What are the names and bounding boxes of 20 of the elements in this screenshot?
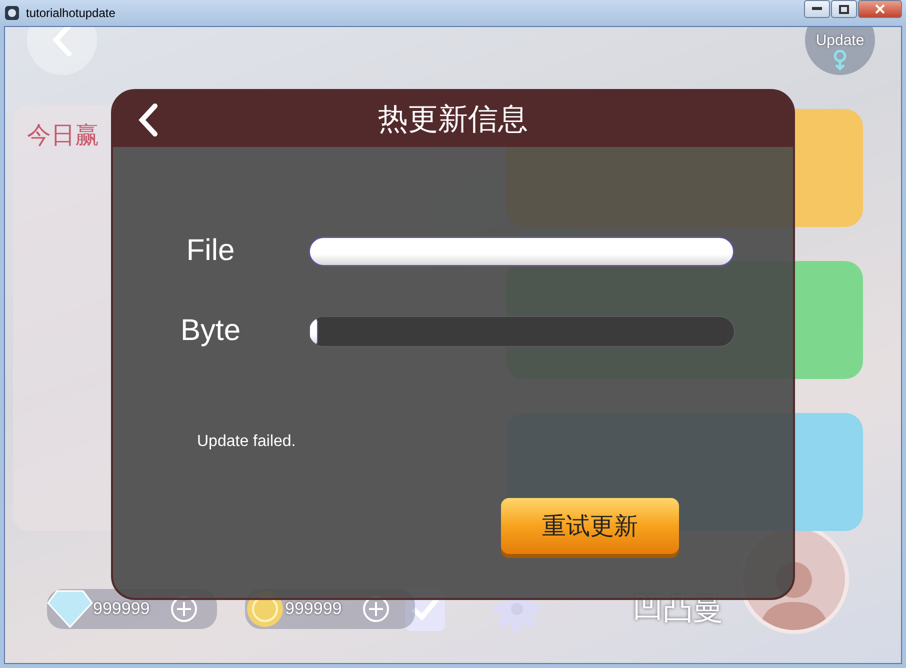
- minimize-icon: [812, 7, 822, 11]
- close-icon: [875, 4, 885, 14]
- panel-title: 今日赢: [27, 122, 99, 149]
- dialog-title: 热更新信息: [378, 100, 528, 138]
- diamond-icon: [47, 589, 93, 629]
- maximize-icon: [839, 4, 849, 14]
- progress-label: Byte: [179, 314, 242, 348]
- retry-button[interactable]: 重试更新: [501, 498, 679, 554]
- back-icon: [51, 27, 73, 57]
- download-icon: [832, 49, 848, 71]
- close-button[interactable]: [858, 0, 902, 18]
- status-message: Update failed.: [197, 433, 297, 451]
- diamond-count: 999999: [93, 599, 150, 619]
- minimize-button[interactable]: [804, 0, 830, 18]
- back-icon: [137, 103, 159, 137]
- progress-label: File: [185, 234, 236, 268]
- coin-count: 999999: [285, 599, 342, 619]
- window-title: tutorialhotupdate: [26, 6, 116, 20]
- app-icon: [4, 5, 20, 21]
- maximize-button[interactable]: [831, 0, 857, 18]
